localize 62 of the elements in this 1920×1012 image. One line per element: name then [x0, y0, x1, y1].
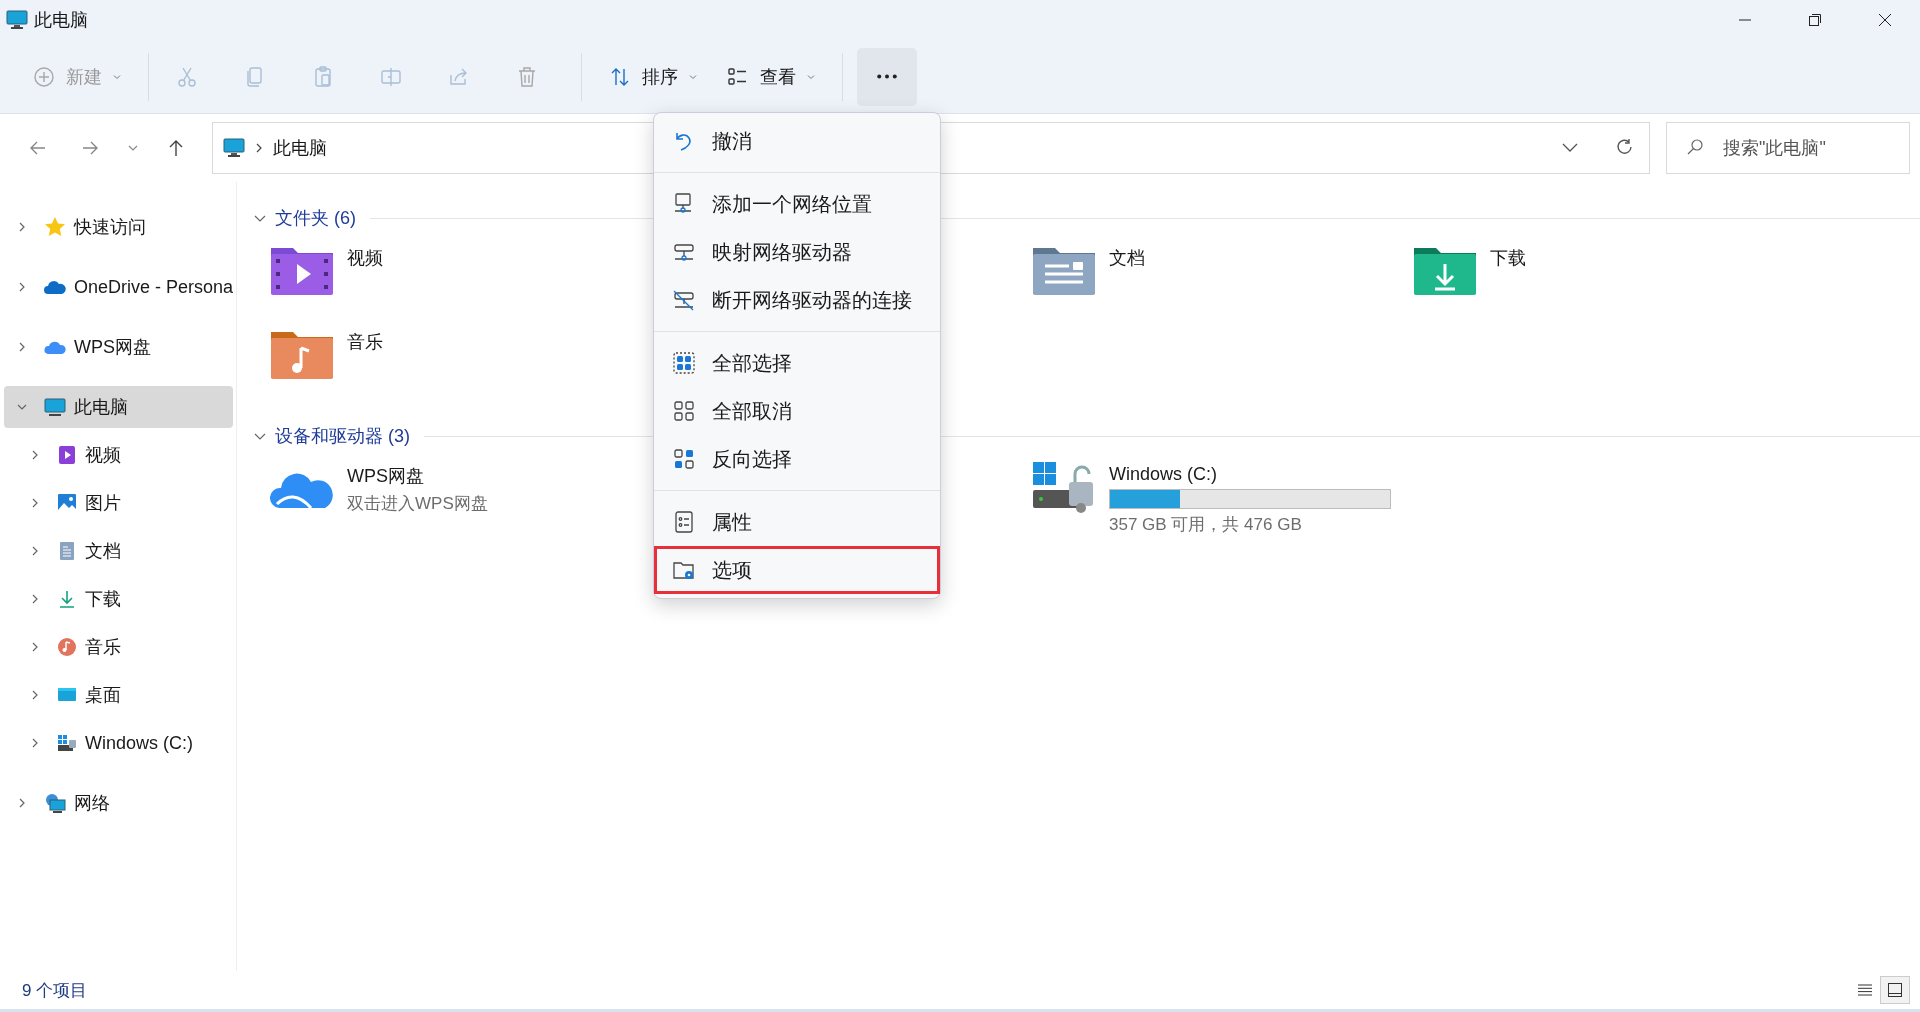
video-icon: [57, 445, 77, 465]
drive-name: Windows (C:): [1109, 464, 1218, 485]
breadcrumb-item[interactable]: 此电脑: [273, 136, 327, 160]
select-none-icon: [672, 399, 696, 423]
close-icon: [1878, 13, 1892, 27]
menu-item[interactable]: 撤消: [654, 117, 940, 165]
sidebar-item[interactable]: 音乐: [4, 626, 233, 668]
sidebar-item[interactable]: 下载: [4, 578, 233, 620]
sidebar-item[interactable]: 图片: [4, 482, 233, 524]
menu-item[interactable]: 选项: [654, 546, 940, 594]
sidebar-item[interactable]: 文档: [4, 530, 233, 572]
ellipsis-icon: [877, 74, 897, 79]
menu-item[interactable]: 映射网络驱动器: [654, 228, 940, 276]
folder-name: 视频: [347, 247, 383, 270]
folder-name: 文档: [1109, 247, 1145, 270]
sidebar-item[interactable]: WPS网盘: [4, 326, 233, 368]
menu-item[interactable]: 断开网络驱动器的连接: [654, 276, 940, 324]
network-disconnect-icon: [672, 288, 696, 312]
folder-name: 下载: [1490, 247, 1526, 270]
network-icon: [44, 792, 66, 814]
picture-icon: [57, 493, 77, 513]
menu-item[interactable]: 添加一个网络位置: [654, 180, 940, 228]
folder-name: 音乐: [347, 331, 383, 354]
view-button[interactable]: 查看: [714, 47, 828, 106]
sidebar-item[interactable]: Windows (C:): [4, 722, 233, 764]
menu-item[interactable]: 全部选择: [654, 339, 940, 387]
download-icon: [57, 589, 77, 609]
restore-icon: [1808, 13, 1822, 27]
properties-icon: [672, 510, 696, 534]
window-title: 此电脑: [34, 9, 88, 32]
star-icon: [44, 216, 66, 238]
sidebar-item[interactable]: OneDrive - Persona: [4, 266, 233, 308]
document-icon: [57, 541, 77, 561]
tiles-view-icon: [1887, 982, 1903, 998]
search-field[interactable]: 搜索"此电脑": [1666, 122, 1910, 174]
select-all-icon: [672, 351, 696, 375]
drive-details: 双击进入WPS网盘: [347, 493, 488, 515]
sidebar-item[interactable]: 快速访问: [4, 206, 233, 248]
menu-item[interactable]: 属性: [654, 498, 940, 546]
menu-item[interactable]: 反向选择: [654, 435, 940, 483]
sidebar-item[interactable]: 此电脑: [4, 386, 233, 428]
dropdown-icon[interactable]: [1561, 142, 1579, 154]
sidebar-item[interactable]: 桌面: [4, 674, 233, 716]
computer-icon: [44, 396, 66, 418]
menu-item[interactable]: 全部取消: [654, 387, 940, 435]
sidebar-item[interactable]: 视频: [4, 434, 233, 476]
computer-icon: [6, 10, 28, 30]
sidebar-item[interactable]: 网络: [4, 782, 233, 824]
drive-details: 357 GB 可用，共 476 GB: [1109, 514, 1303, 536]
item-count: 9 个项目: [22, 979, 88, 1002]
drive-icon: [57, 733, 77, 753]
invert-selection-icon: [672, 447, 696, 471]
chevron-icon: [255, 143, 263, 153]
tiles-view-button[interactable]: [1880, 976, 1910, 1004]
drive-name: WPS网盘: [347, 465, 425, 488]
sort-button[interactable]: 排序: [596, 47, 710, 106]
details-view-icon: [1857, 982, 1873, 998]
section-header[interactable]: 文件夹 (6): [275, 206, 356, 230]
computer-icon: [223, 138, 245, 158]
music-icon: [57, 637, 77, 657]
section-header[interactable]: 设备和驱动器 (3): [275, 424, 410, 448]
plus-circle-icon: [32, 64, 56, 89]
